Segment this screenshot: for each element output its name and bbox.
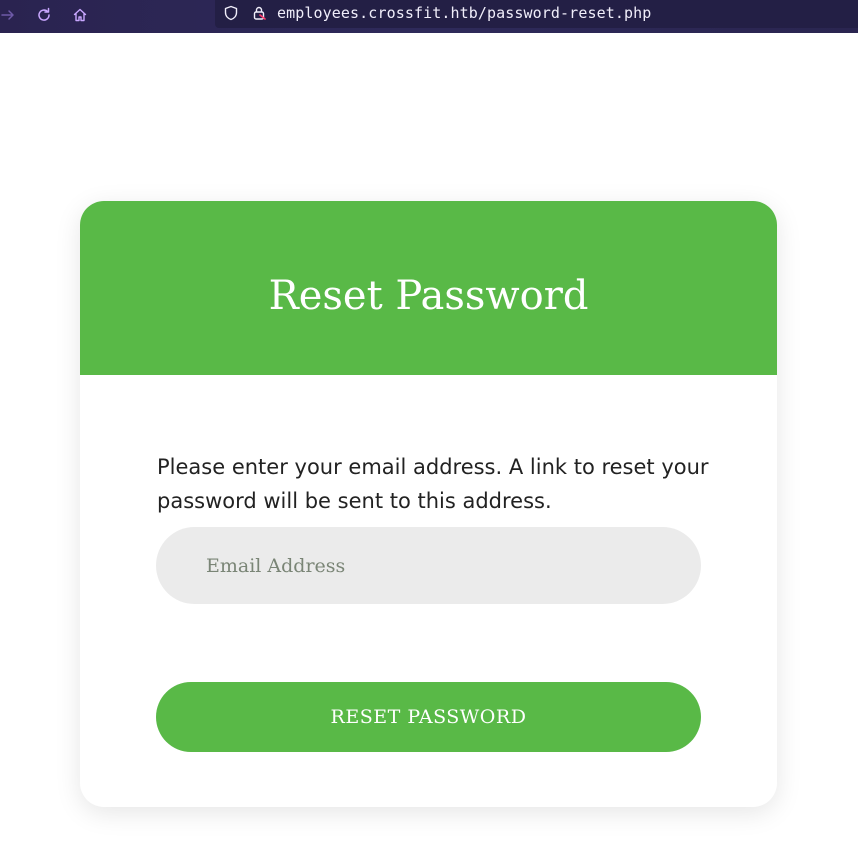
instructions-text: Please enter your email address. A link …	[157, 455, 709, 513]
card-header: Reset Password	[80, 201, 777, 375]
reload-button[interactable]	[33, 4, 55, 26]
tracking-protection-button[interactable]	[222, 4, 240, 22]
reload-icon	[38, 7, 50, 21]
reset-password-button[interactable]: RESET PASSWORD	[156, 682, 701, 752]
shield-icon	[224, 5, 238, 21]
address-bar[interactable]: employees.crossfit.htb/password-reset.ph…	[215, 0, 858, 28]
lock-icon	[253, 6, 266, 20]
reset-password-card: Reset Password Please enter your email a…	[80, 201, 777, 807]
home-icon	[73, 8, 87, 22]
url-text[interactable]: employees.crossfit.htb/password-reset.ph…	[277, 4, 651, 22]
arrow-right-icon	[1, 10, 14, 20]
forward-button[interactable]	[0, 4, 19, 26]
email-input[interactable]	[156, 527, 701, 604]
browser-toolbar: employees.crossfit.htb/password-reset.ph…	[0, 0, 858, 33]
page-title: Reset Password	[268, 273, 589, 319]
home-button[interactable]	[69, 4, 91, 26]
site-security-button[interactable]	[250, 4, 268, 22]
